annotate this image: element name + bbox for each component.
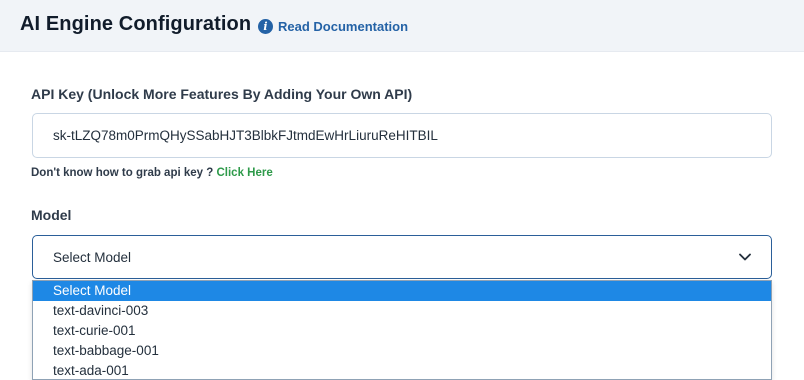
click-here-link[interactable]: Click Here [216, 167, 272, 179]
page-title: AI Engine Configuration [20, 13, 252, 35]
model-label: Model [31, 207, 72, 223]
model-dropdown-list: Select Model text-davinci-003 text-curie… [32, 280, 772, 380]
read-documentation-link[interactable]: i Read Documentation [258, 17, 408, 35]
model-option-select-model[interactable]: Select Model [33, 281, 771, 301]
model-option-text-babbage-001[interactable]: text-babbage-001 [33, 341, 771, 361]
info-icon: i [258, 18, 273, 34]
api-key-input[interactable] [32, 113, 772, 158]
chevron-down-icon [739, 253, 751, 261]
model-option-text-curie-001[interactable]: text-curie-001 [33, 321, 771, 341]
read-documentation-label: Read Documentation [278, 18, 409, 34]
model-option-text-ada-001[interactable]: text-ada-001 [33, 361, 771, 379]
api-key-label: API Key (Unlock More Features By Adding … [31, 86, 413, 102]
page-header: AI Engine Configuration i Read Documenta… [0, 0, 804, 52]
model-option-text-davinci-003[interactable]: text-davinci-003 [33, 301, 771, 321]
api-key-help-text: Don't know how to grab api key ? [31, 167, 214, 179]
model-select-value: Select Model [53, 249, 132, 265]
model-select[interactable]: Select Model [32, 235, 772, 279]
api-key-help: Don't know how to grab api key ? Click H… [31, 167, 273, 179]
